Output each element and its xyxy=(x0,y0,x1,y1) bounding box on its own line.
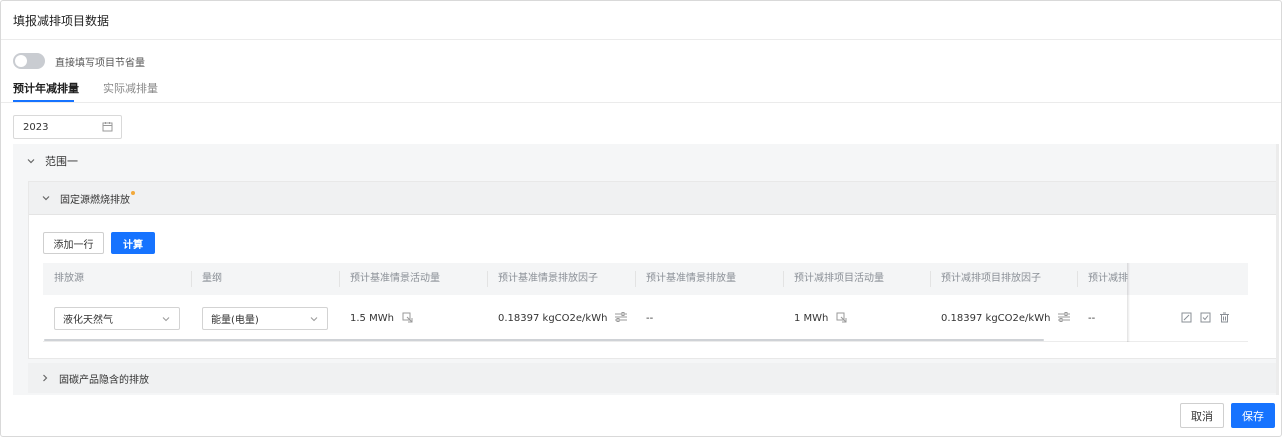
save-button[interactable]: 保存 xyxy=(1231,403,1275,428)
edit-unit-icon[interactable] xyxy=(402,312,413,326)
table-header: 排放源 量纲 预计基准情景活动量 预计基准情景排放因子 预计基准情景排放量 预计… xyxy=(43,263,1248,295)
baseline-factor-cell: 0.18397 kgCO2e/kWh xyxy=(487,295,628,342)
dimension-select[interactable]: 能量(电量) xyxy=(202,307,328,330)
tab-expected-annual-reduction[interactable]: 预计年减排量 xyxy=(13,80,79,96)
year-picker[interactable]: 2023 xyxy=(13,115,122,139)
row-actions xyxy=(1173,295,1230,342)
direct-fill-toggle-row: 直接填写项目节省量 xyxy=(13,53,145,69)
fixed-combustion-title: 固定源燃烧排放 xyxy=(60,194,130,206)
column-header: 量纲 xyxy=(191,263,339,295)
chevron-down-icon xyxy=(309,314,319,327)
column-header: 预计基准情景排放因子 xyxy=(487,263,635,295)
chevron-right-icon xyxy=(39,372,51,384)
column-header: 预计基准情景活动量 xyxy=(339,263,487,295)
calculate-button[interactable]: 计算 xyxy=(111,232,155,254)
vertical-scrollbar[interactable] xyxy=(1276,144,1279,395)
chevron-down-icon xyxy=(40,192,52,204)
delete-icon[interactable] xyxy=(1219,312,1230,326)
baseline-emission-cell: -- xyxy=(646,313,654,324)
add-row-button[interactable]: 添加一行 xyxy=(43,232,104,254)
emission-table: 排放源 量纲 预计基准情景活动量 预计基准情景排放因子 预计基准情景排放量 预计… xyxy=(43,263,1248,343)
column-header: 预计基准情景排放量 xyxy=(635,263,783,295)
project-activity-cell: 1 MWh xyxy=(783,295,847,342)
horizontal-scrollbar[interactable] xyxy=(44,339,1044,341)
tab-bar: 预计年减排量 实际减排量 xyxy=(1,75,1281,103)
dialog-title: 填报减排项目数据 xyxy=(13,14,110,28)
calendar-icon[interactable] xyxy=(102,121,113,135)
project-factor-value: 0.18397 kgCO2e/kWh xyxy=(941,313,1051,324)
toggle-knob xyxy=(15,55,27,67)
dimension-value: 能量(电量) xyxy=(211,315,259,326)
carbon-fixed-products-header[interactable]: 固碳产品隐含的排放 xyxy=(28,363,1277,393)
scope-one-header[interactable]: 范围一 xyxy=(25,153,78,169)
baseline-activity-cell: 1.5 MWh xyxy=(339,295,413,342)
project-emission-cell: -- xyxy=(1088,313,1096,324)
chevron-down-icon xyxy=(25,155,37,167)
fixed-combustion-header[interactable]: 固定源燃烧排放 xyxy=(29,182,1276,215)
carbon-fixed-products-title: 固碳产品隐含的排放 xyxy=(59,374,149,386)
column-header: 预计减排项目活动量 xyxy=(783,263,930,295)
copy-icon[interactable] xyxy=(1200,312,1211,326)
emission-source-value: 液化天然气 xyxy=(63,315,113,326)
column-header: 预计减排项目排放因子 xyxy=(930,263,1077,295)
edit-unit-icon[interactable] xyxy=(836,312,847,326)
fixed-combustion-section: 固定源燃烧排放 添加一行 计算 排放源 量纲 预计基准情景活动量 预计基准情景排… xyxy=(28,181,1277,359)
column-header: 排放源 xyxy=(54,273,84,284)
dialog-header: 填报减排项目数据 xyxy=(1,1,1281,40)
active-tab-underline xyxy=(13,100,74,102)
edit-icon[interactable] xyxy=(1181,312,1192,326)
baseline-activity-value: 1.5 MWh xyxy=(350,313,394,324)
scope-one-title: 范围一 xyxy=(45,155,78,168)
adjust-sliders-icon[interactable] xyxy=(1058,312,1071,325)
chevron-down-icon xyxy=(161,314,171,327)
table-row: 液化天然气 能量(电量) 1.5 MWh 0.18397 kgCO2e/kWh xyxy=(43,295,1248,342)
adjust-sliders-icon[interactable] xyxy=(615,312,628,325)
project-factor-cell: 0.18397 kgCO2e/kWh xyxy=(930,295,1071,342)
year-value: 2023 xyxy=(23,121,49,133)
dialog: 填报减排项目数据 直接填写项目节省量 预计年减排量 实际减排量 2023 范围一 xyxy=(0,0,1282,437)
fixed-column-shadow xyxy=(1127,263,1130,342)
tab-actual-reduction[interactable]: 实际减排量 xyxy=(103,80,158,96)
direct-fill-toggle[interactable] xyxy=(13,53,45,69)
emission-source-select[interactable]: 液化天然气 xyxy=(54,307,180,330)
direct-fill-toggle-label: 直接填写项目节省量 xyxy=(55,57,145,69)
baseline-factor-value: 0.18397 kgCO2e/kWh xyxy=(498,313,608,324)
column-header: 预计减排 xyxy=(1077,263,1129,295)
scope-one-panel: 范围一 固定源燃烧排放 添加一行 计算 排放源 量纲 预计基准情景活动量 预计基… xyxy=(13,144,1279,395)
cancel-button[interactable]: 取消 xyxy=(1180,403,1224,428)
unsaved-indicator-dot xyxy=(131,191,135,195)
project-activity-value: 1 MWh xyxy=(794,313,829,324)
